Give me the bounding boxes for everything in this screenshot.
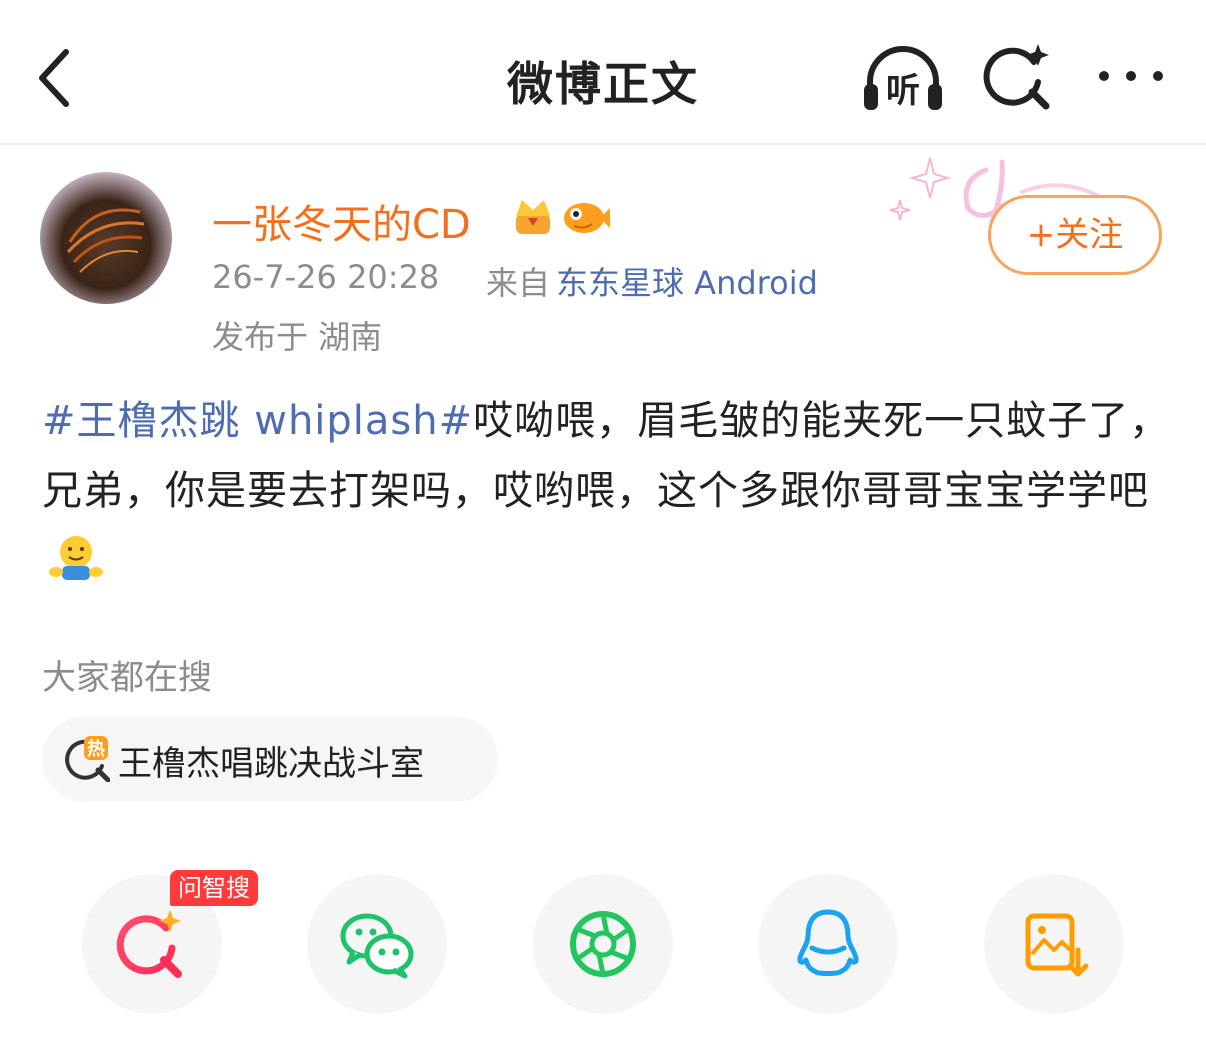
- follow-button[interactable]: +关注: [988, 195, 1162, 275]
- avatar-image: [66, 208, 145, 273]
- moments-icon: [570, 911, 636, 977]
- hot-search-icon: 热: [65, 736, 110, 782]
- source-link[interactable]: 东东星球 Android: [556, 258, 818, 304]
- qq-icon: [797, 909, 859, 976]
- header-search-button[interactable]: [982, 40, 1056, 114]
- sparkle-search-icon: [983, 44, 1050, 110]
- hug-emoji-icon: [49, 536, 103, 580]
- listen-button[interactable]: 听: [860, 44, 946, 114]
- hot-icon-text: 热: [87, 738, 105, 760]
- more-dots-icon: [1099, 71, 1163, 81]
- share-moments-button[interactable]: [533, 874, 673, 1014]
- headphones-icon: 听: [864, 46, 942, 111]
- topic-link[interactable]: #王橹杰跳 whiplash#: [42, 398, 473, 444]
- source-prefix: 来自: [486, 264, 551, 302]
- wechat-icon: [340, 913, 414, 979]
- save-image-icon: [1025, 913, 1089, 977]
- crown-icon: [516, 200, 550, 234]
- fish-icon: [564, 203, 610, 233]
- top-bar: 微博正文 听: [0, 0, 1206, 145]
- hot-search-text: 王橹杰唱跳决战斗室: [118, 744, 424, 784]
- share-qq-button[interactable]: [758, 874, 898, 1014]
- author-name[interactable]: 一张冬天的CD: [212, 192, 471, 250]
- share-save-image-button[interactable]: [984, 874, 1124, 1014]
- hot-search-item[interactable]: 热 王橹杰唱跳决战斗室: [42, 716, 498, 802]
- avatar[interactable]: [40, 172, 172, 304]
- post-content: #王橹杰跳 whiplash#哎呦喂，眉毛皱的能夹死一只蚊子了，兄弟，你是要去打…: [42, 386, 1172, 596]
- ai-search-badge: 问智搜: [170, 870, 258, 906]
- trending-label: 大家都在搜: [42, 658, 212, 698]
- more-button[interactable]: [1094, 56, 1168, 96]
- post-location: 发布于 湖南: [212, 318, 383, 356]
- share-wechat-button[interactable]: [307, 874, 447, 1014]
- listen-label: 听: [886, 71, 920, 111]
- ai-search-icon: [116, 910, 182, 978]
- post-time: 26-7-26 20:28: [212, 258, 440, 296]
